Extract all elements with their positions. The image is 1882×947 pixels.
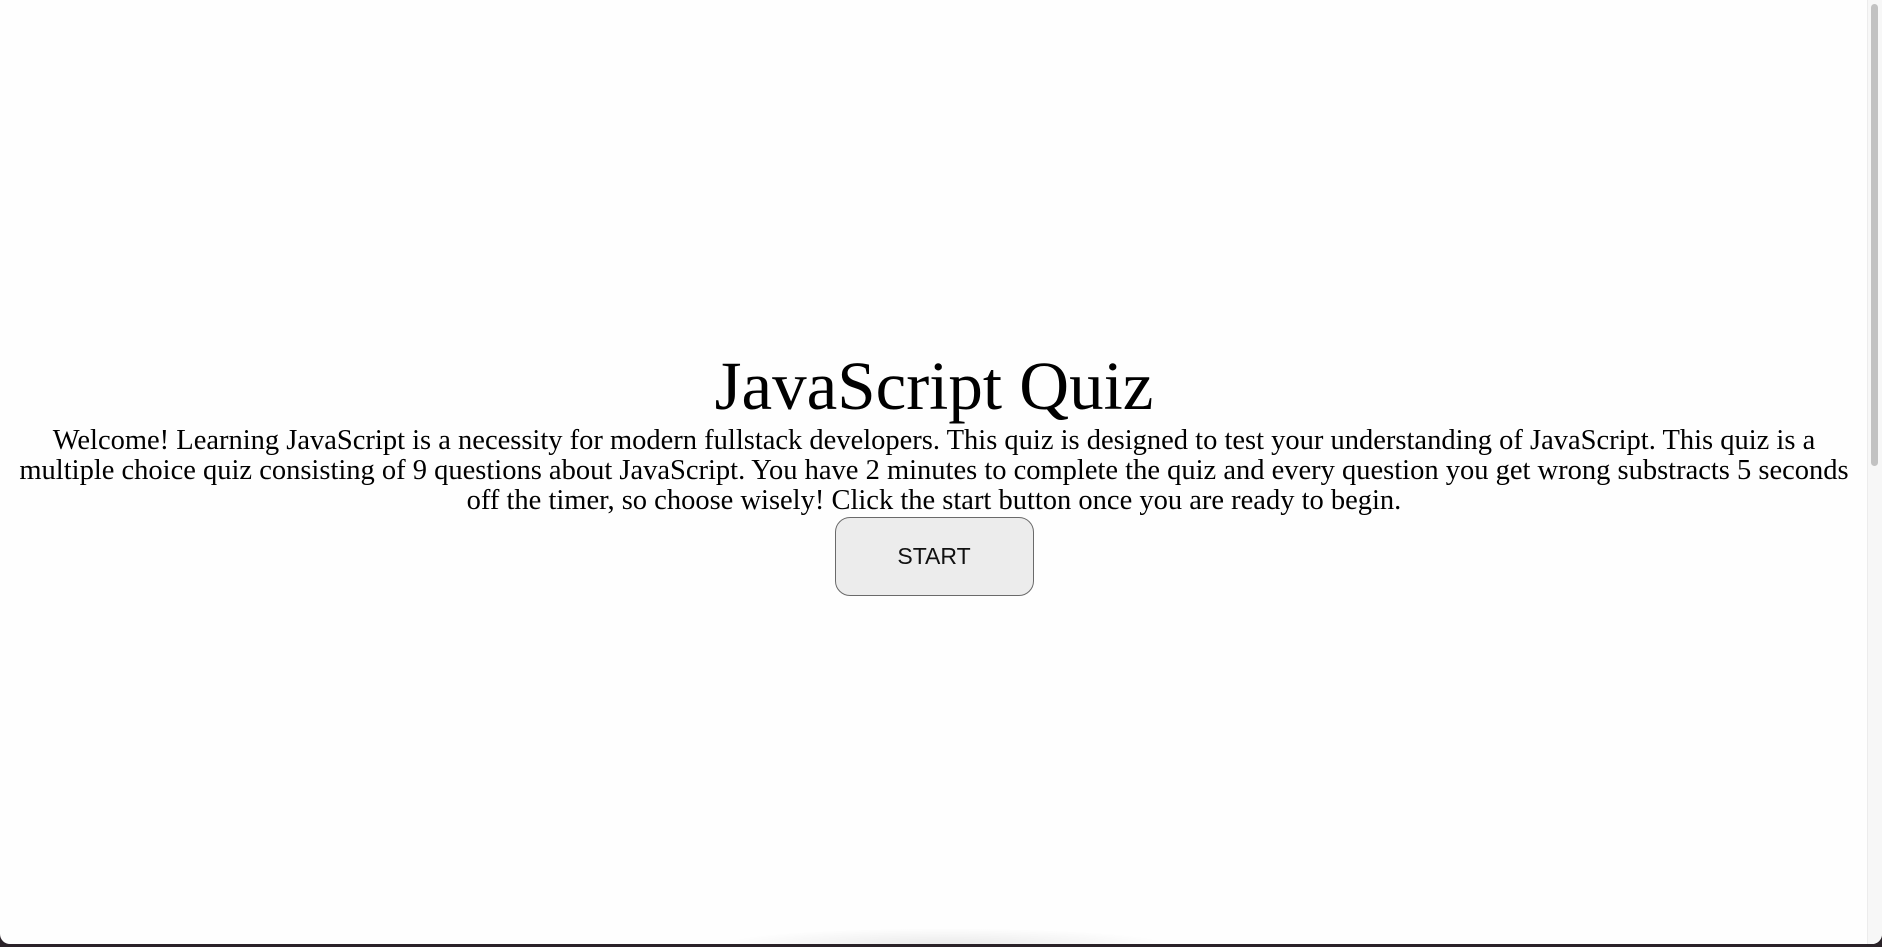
dock-shadow xyxy=(720,928,1170,944)
quiz-intro: JavaScript Quiz Welcome! Learning JavaSc… xyxy=(0,336,1868,596)
quiz-description: Welcome! Learning JavaScript is a necess… xyxy=(19,425,1849,516)
vertical-scrollbar[interactable] xyxy=(1867,0,1882,944)
browser-window: JavaScript Quiz Welcome! Learning JavaSc… xyxy=(0,0,1882,944)
start-button[interactable]: START xyxy=(834,517,1034,596)
page-title: JavaScript Quiz xyxy=(714,348,1154,424)
quiz-page: JavaScript Quiz Welcome! Learning JavaSc… xyxy=(0,0,1868,944)
scrollbar-thumb[interactable] xyxy=(1871,4,1878,466)
